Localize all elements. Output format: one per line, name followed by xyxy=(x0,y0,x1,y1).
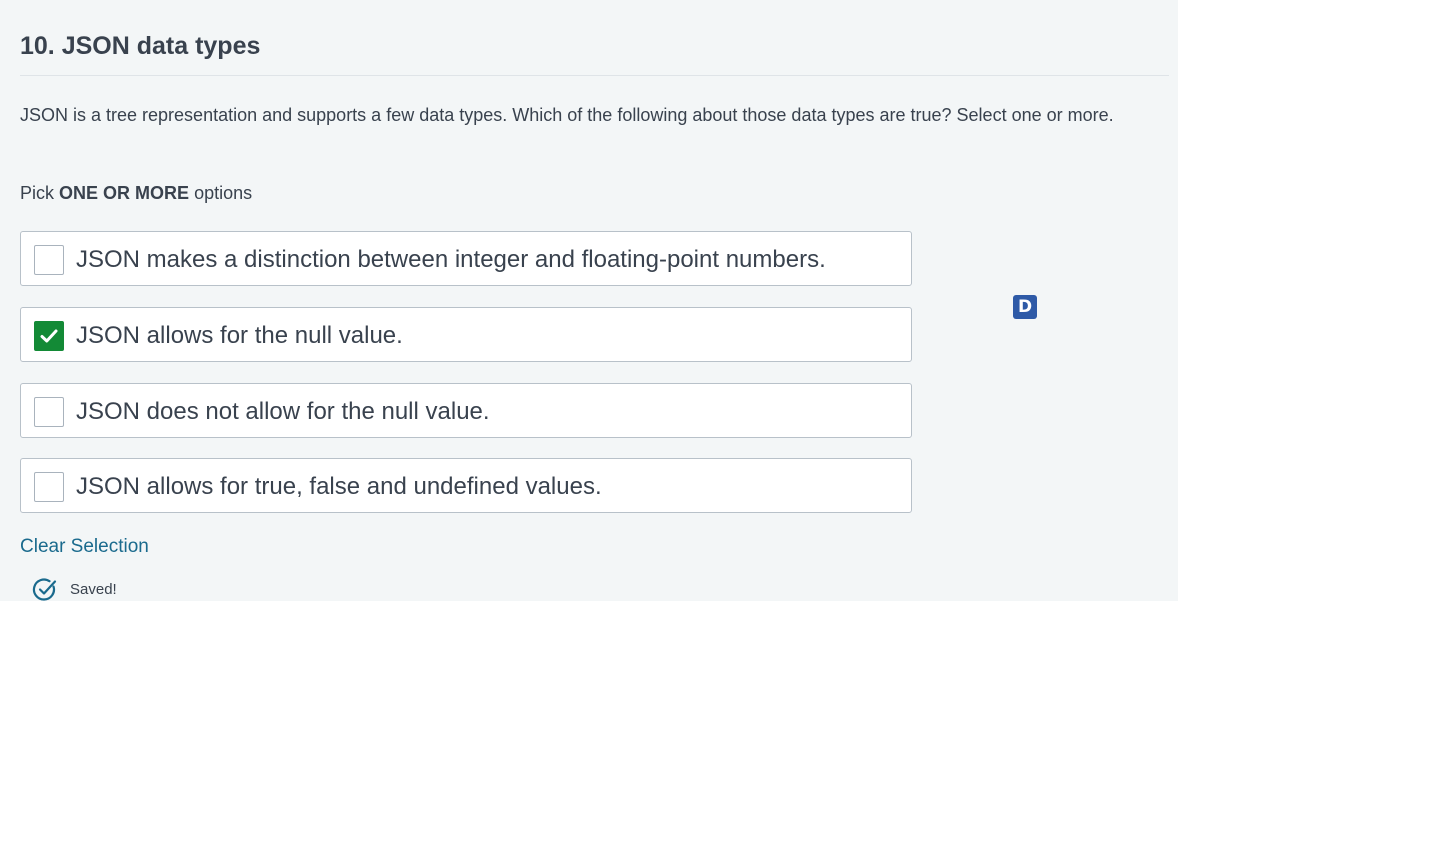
question-text: JSON is a tree representation and suppor… xyxy=(20,105,1114,125)
option-label: JSON allows for true, false and undefine… xyxy=(76,473,602,500)
saved-status: Saved! xyxy=(70,581,117,598)
option-label: JSON makes a distinction between integer… xyxy=(76,246,826,273)
option-3[interactable]: JSON does not allow for the null value. xyxy=(20,383,912,438)
pick-prefix: Pick xyxy=(20,183,55,203)
option-4[interactable]: JSON allows for true, false and undefine… xyxy=(20,458,912,513)
pick-suffix: options xyxy=(194,183,253,203)
title-divider xyxy=(20,75,1169,76)
option-label: JSON allows for the null value. xyxy=(76,322,403,349)
option-checkbox[interactable] xyxy=(34,397,64,427)
d-badge-icon[interactable]: D xyxy=(1013,295,1037,319)
option-2[interactable]: JSON allows for the null value. xyxy=(20,307,912,362)
option-checkbox[interactable] xyxy=(34,321,64,351)
option-checkbox[interactable] xyxy=(34,472,64,502)
pick-instruction: Pick ONE OR MORE options xyxy=(20,181,252,205)
option-1[interactable]: JSON makes a distinction between integer… xyxy=(20,231,912,286)
question-panel: 10. JSON data types JSON is a tree repre… xyxy=(0,0,1178,601)
question-title: 10. JSON data types xyxy=(20,32,261,60)
option-label: JSON does not allow for the null value. xyxy=(76,398,490,425)
clear-selection-link[interactable]: Clear Selection xyxy=(20,534,149,560)
pick-emphasis: ONE OR MORE xyxy=(59,183,190,203)
check-circle-icon xyxy=(32,578,57,601)
option-checkbox[interactable] xyxy=(34,245,64,275)
checkmark-icon xyxy=(40,329,58,343)
